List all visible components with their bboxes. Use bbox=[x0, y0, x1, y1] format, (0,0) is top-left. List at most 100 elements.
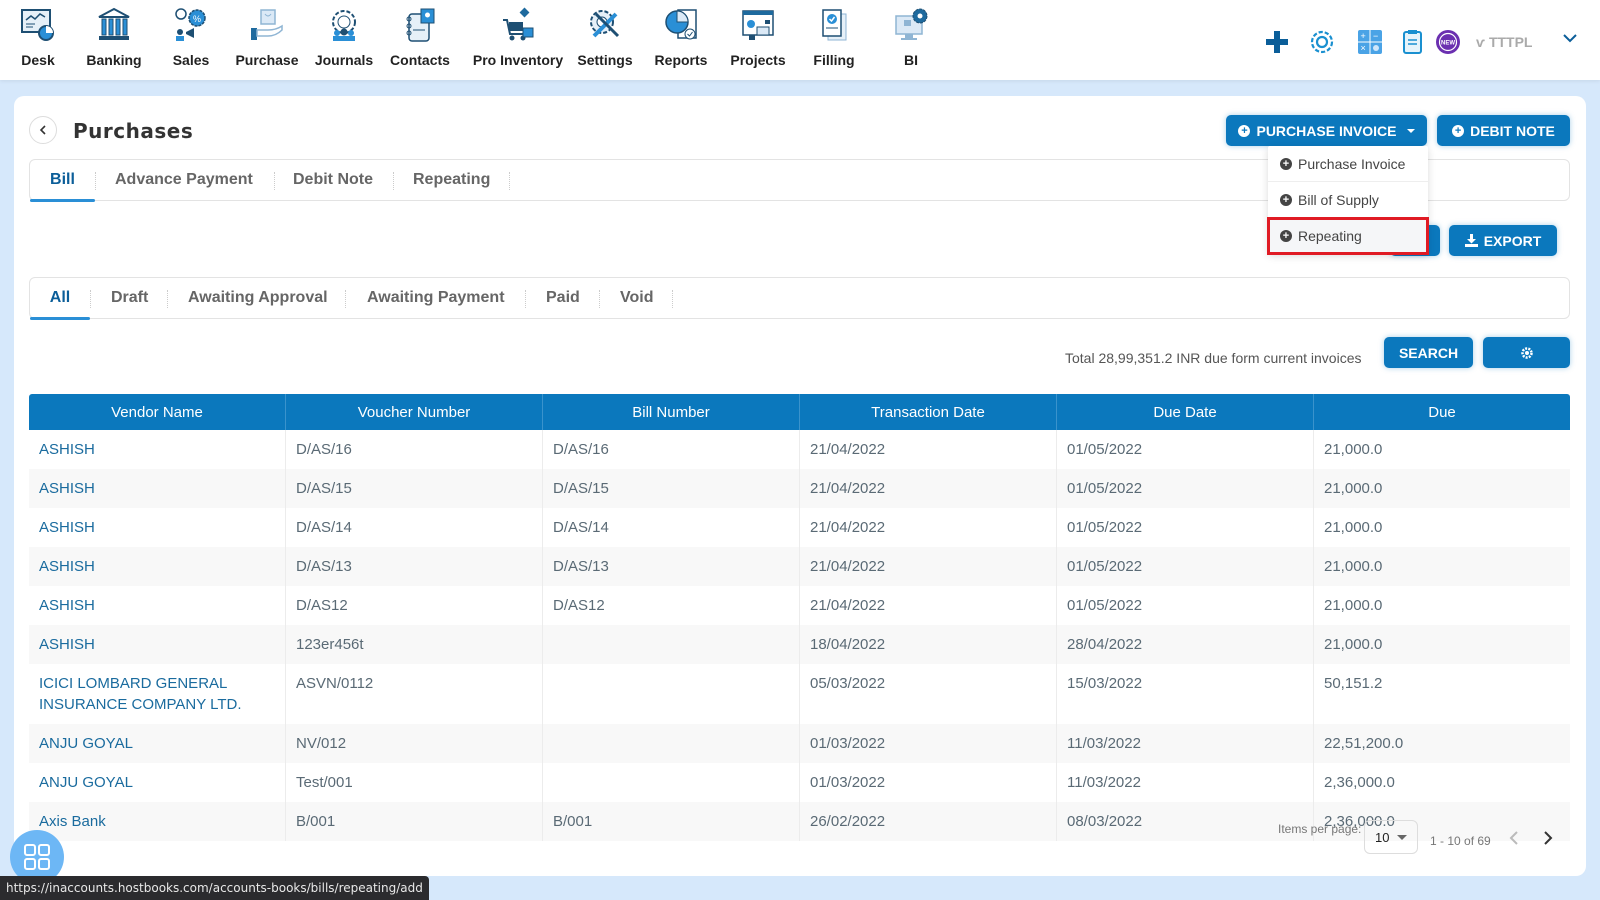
vendor-name-link[interactable]: ANJU GOYAL bbox=[29, 763, 286, 802]
nav-banking[interactable]: Banking bbox=[76, 6, 152, 68]
tab-label: Repeating bbox=[413, 171, 491, 188]
nav-pro-inventory[interactable]: Pro Inventory bbox=[466, 6, 570, 68]
vendor-name-link[interactable]: ASHISH bbox=[29, 469, 286, 508]
nav-reports[interactable]: Reports bbox=[643, 6, 719, 68]
total-due-text: Total 28,99,351.2 INR due form current i… bbox=[1065, 350, 1362, 366]
column-header[interactable]: Due Date bbox=[1057, 394, 1314, 430]
settings-button[interactable] bbox=[1306, 24, 1338, 60]
table-cell: D/AS/15 bbox=[543, 469, 800, 508]
table-cell: 21,000.0 bbox=[1324, 558, 1383, 575]
previous-page-button[interactable] bbox=[1504, 826, 1524, 850]
purchase-invoice-button[interactable]: + PURCHASE INVOICE bbox=[1226, 115, 1427, 146]
vendor-name-link[interactable]: ANJU GOYAL bbox=[29, 724, 286, 763]
chevron-down-icon[interactable] bbox=[1560, 28, 1580, 48]
organization-name[interactable]: ѵ TTTPL bbox=[1476, 34, 1533, 50]
table-row[interactable]: ANJU GOYAL Test/001 01/03/2022 11/03/2022 2,… bbox=[29, 763, 1570, 802]
vendor-name-link[interactable]: ASHISH bbox=[29, 430, 286, 469]
column-header[interactable]: Transaction Date bbox=[800, 394, 1057, 430]
vendor-name-link[interactable]: ICICI LOMBARD GENERAL INSURANCE COMPANY … bbox=[29, 664, 286, 724]
vendor-name-link[interactable]: Axis Bank bbox=[29, 802, 286, 841]
nav-contacts[interactable]: Contacts bbox=[382, 6, 458, 68]
calculator-button[interactable]: + − × bbox=[1354, 24, 1386, 60]
table-row[interactable]: ICICI LOMBARD GENERAL INSURANCE COMPANY … bbox=[29, 664, 1570, 724]
column-header[interactable]: Bill Number bbox=[543, 394, 800, 430]
nav-desk[interactable]: Desk bbox=[0, 6, 76, 68]
tab-divider bbox=[274, 172, 275, 190]
nav-bi[interactable]: BI bbox=[873, 6, 949, 68]
tab-void[interactable]: Void bbox=[620, 278, 653, 318]
nav-label: Desk bbox=[21, 52, 55, 68]
export-button[interactable]: EXPORT bbox=[1449, 225, 1557, 256]
nav-journals[interactable]: Journals bbox=[306, 6, 382, 68]
column-header[interactable]: Vendor Name bbox=[29, 394, 286, 430]
column-header[interactable]: Due bbox=[1314, 394, 1570, 430]
nav-settings[interactable]: Settings bbox=[567, 6, 643, 68]
table-cell: B/001 bbox=[543, 802, 800, 841]
table-cell: 01/05/2022 bbox=[1057, 469, 1314, 508]
nav-sales[interactable]: % Sales bbox=[153, 6, 229, 68]
vendor-name-link[interactable]: ASHISH bbox=[29, 625, 286, 664]
table-settings-button[interactable] bbox=[1483, 337, 1570, 368]
table-row[interactable]: ASHISH D/AS/13 D/AS/13 21/04/2022 01/05/2022… bbox=[29, 547, 1570, 586]
tab-divider bbox=[525, 290, 526, 308]
tab-repeating[interactable]: Repeating bbox=[413, 160, 490, 200]
settings-icon bbox=[590, 10, 620, 38]
dropdown-item-bill-of-supply[interactable]: + Bill of Supply bbox=[1268, 182, 1428, 218]
items-per-page-select[interactable]: 10 bbox=[1364, 820, 1418, 854]
table-row[interactable]: ASHISH D/AS12 D/AS12 21/04/2022 01/05/2022 21… bbox=[29, 586, 1570, 625]
tab-divider bbox=[393, 172, 394, 190]
notes-icon bbox=[1403, 30, 1422, 54]
journals-icon bbox=[332, 10, 356, 41]
tab-awaiting-payment[interactable]: Awaiting Payment bbox=[367, 278, 505, 318]
column-header[interactable]: Voucher Number bbox=[286, 394, 543, 430]
tab-divider bbox=[345, 290, 346, 308]
nav-purchase[interactable]: Purchase bbox=[229, 6, 305, 68]
gear-icon bbox=[1310, 30, 1334, 54]
tab-debit-note[interactable]: Debit Note bbox=[293, 160, 373, 200]
status-tabs: All Draft Awaiting Approval Awaiting Pay… bbox=[29, 277, 1570, 320]
table-cell: 21,000.0 bbox=[1324, 597, 1383, 614]
tab-paid[interactable]: Paid bbox=[546, 278, 580, 318]
nav-filling[interactable]: Filling bbox=[796, 6, 872, 68]
plus-circle-icon: + bbox=[1452, 124, 1465, 137]
tab-advance-payment[interactable]: Advance Payment bbox=[115, 160, 253, 200]
table-row[interactable]: ASHISH D/AS/16 D/AS/16 21/04/2022 01/05/2022… bbox=[29, 430, 1570, 469]
vendor-name-link[interactable]: ASHISH bbox=[29, 508, 286, 547]
new-badge-icon: NEW bbox=[1436, 30, 1460, 54]
add-button[interactable] bbox=[1261, 24, 1293, 60]
nav-label: Sales bbox=[172, 52, 210, 68]
nav-label: Pro Inventory bbox=[472, 52, 564, 68]
whats-new-button[interactable]: NEW bbox=[1432, 24, 1464, 60]
table-row[interactable]: ASHISH D/AS/15 D/AS/15 21/04/2022 01/05/2022… bbox=[29, 469, 1570, 508]
table-row[interactable]: ASHISH D/AS/14 D/AS/14 21/04/2022 01/05/2022… bbox=[29, 508, 1570, 547]
table-cell: 05/03/2022 bbox=[800, 664, 1057, 724]
vendor-name-link[interactable]: ASHISH bbox=[29, 547, 286, 586]
table-cell: 01/05/2022 bbox=[1057, 508, 1314, 547]
table-cell: D/AS12 bbox=[286, 586, 543, 625]
back-button[interactable] bbox=[29, 116, 57, 144]
next-page-button[interactable] bbox=[1538, 826, 1558, 850]
plus-circle-icon: + bbox=[1238, 124, 1251, 137]
search-button[interactable]: SEARCH bbox=[1384, 337, 1473, 368]
chevron-right-icon bbox=[1544, 831, 1553, 845]
dropdown-item-label: Purchase Invoice bbox=[1298, 155, 1406, 172]
dropdown-item-label: Repeating bbox=[1298, 227, 1362, 244]
table-row[interactable]: ASHISH 123er456t 18/04/2022 28/04/2022 21,00… bbox=[29, 625, 1570, 664]
items-per-page-label: Items per page: bbox=[1278, 822, 1362, 836]
nav-projects[interactable]: Projects bbox=[720, 6, 796, 68]
vendor-name-link[interactable]: ASHISH bbox=[29, 586, 286, 625]
nav-label: Reports bbox=[654, 52, 708, 68]
notes-button[interactable] bbox=[1397, 24, 1429, 60]
tab-draft[interactable]: Draft bbox=[111, 278, 148, 318]
contacts-icon bbox=[406, 8, 435, 42]
nav-label: Contacts bbox=[390, 52, 450, 68]
tab-awaiting-approval[interactable]: Awaiting Approval bbox=[188, 278, 328, 318]
dropdown-item-repeating[interactable]: + Repeating bbox=[1267, 217, 1429, 255]
tab-bill[interactable]: Bill bbox=[30, 160, 95, 202]
svg-text:×: × bbox=[1361, 43, 1366, 53]
table-row[interactable]: ANJU GOYAL NV/012 01/03/2022 11/03/2022 22,5… bbox=[29, 724, 1570, 763]
tab-all[interactable]: All bbox=[30, 278, 90, 320]
dropdown-item-purchase-invoice[interactable]: + Purchase Invoice bbox=[1268, 146, 1428, 182]
table-cell: D/AS/16 bbox=[543, 430, 800, 469]
debit-note-button[interactable]: + DEBIT NOTE bbox=[1437, 115, 1570, 146]
